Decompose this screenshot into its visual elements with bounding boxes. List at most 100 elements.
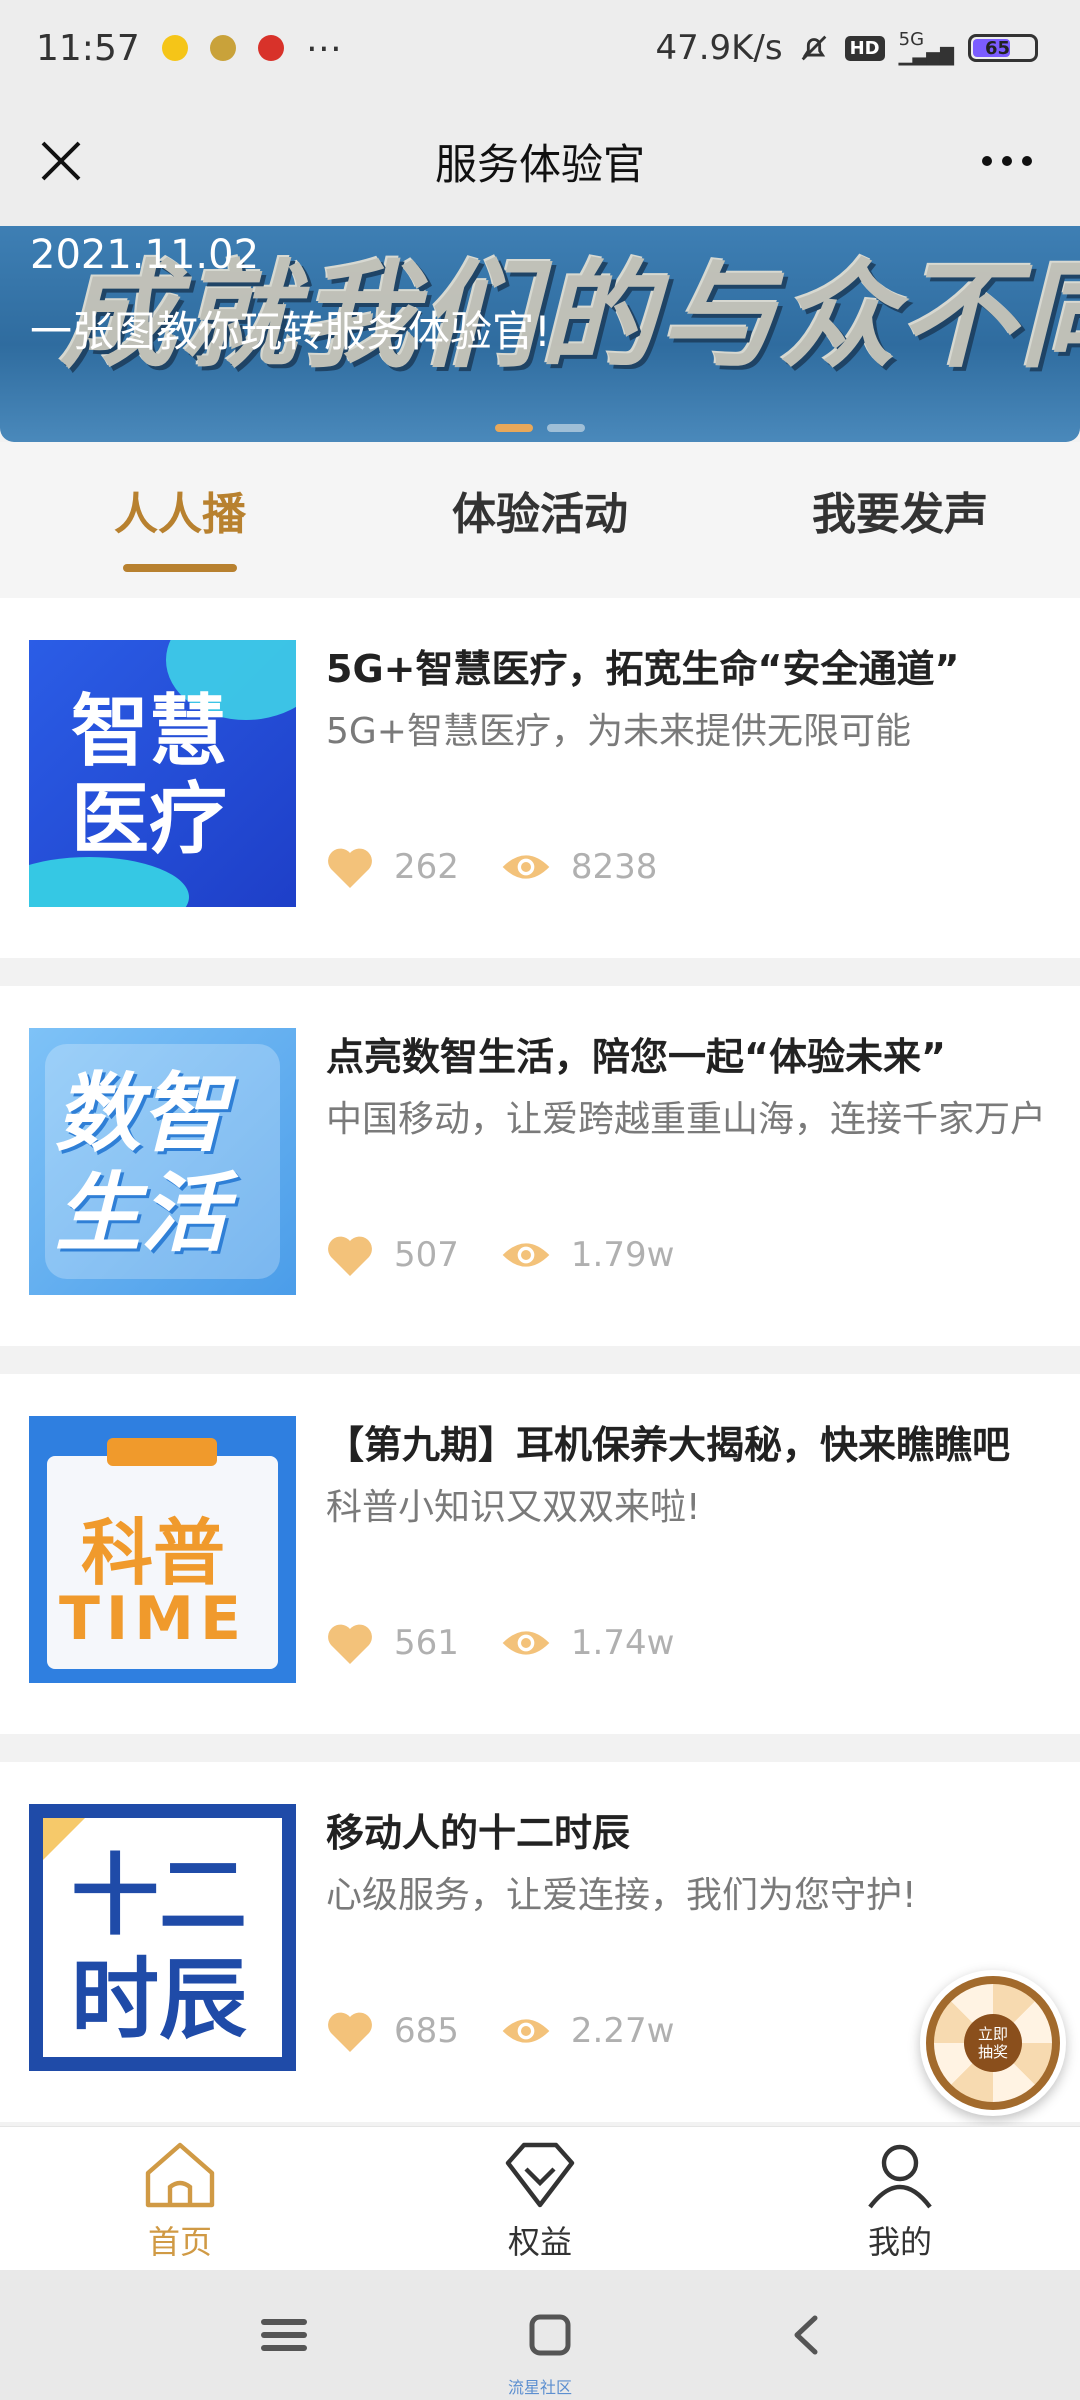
menu-icon[interactable] (259, 2315, 309, 2355)
view-count-value: 2.27w (570, 2011, 675, 2051)
article-description: 心级服务，让爱连接，我们为您守护! (326, 1875, 917, 1916)
more-dot-icon (1002, 156, 1012, 166)
carousel-dot[interactable] (495, 424, 533, 432)
article-card[interactable]: 科普 TIME 【第九期】耳机保养大揭秘，快来瞧瞧吧 科普小知识又双双来啦! 5… (0, 1374, 1080, 1734)
app-notification-icon (209, 35, 236, 61)
tab-label: 我要发声 (812, 489, 988, 540)
chat-notification-icon (161, 35, 188, 61)
heart-icon (328, 1624, 372, 1664)
more-notifications-icon: ⋯ (305, 27, 342, 69)
hd-icon: HD (844, 35, 885, 61)
article-description: 中国移动，让爱跨越重重山海，连接千家万户 (326, 1099, 1047, 1140)
title-bar: 服务体验官 (0, 96, 1080, 226)
thumb-text: 智慧 (71, 687, 228, 777)
banner-carousel[interactable]: 成就我们的与众不同 2021.11.02 一张图教你玩转服务体验官! (0, 226, 1080, 442)
view-count: 1.74w (501, 1623, 675, 1663)
back-icon[interactable] (791, 2314, 821, 2356)
nav-home[interactable]: 首页 (0, 2127, 360, 2270)
tab-voice[interactable]: 我要发声 (720, 442, 1080, 598)
eye-icon (502, 2019, 550, 2043)
carousel-indicator (0, 424, 1080, 432)
like-count[interactable]: 561 (326, 1622, 459, 1664)
more-options-button[interactable] (962, 128, 1052, 194)
signal-icon: 5G ▁▃▅▇ (898, 29, 954, 66)
nav-mine[interactable]: 我的 (720, 2127, 1080, 2270)
like-count[interactable]: 262 (326, 846, 459, 888)
thumb-text: 数智 (55, 1064, 227, 1164)
system-navigation-bar: 流星社区 (0, 2270, 1080, 2400)
article-title: 点亮数智生活，陪您一起“体验未来” (326, 1035, 946, 1079)
eye-icon (502, 1631, 550, 1655)
thumb-text: TIME (59, 1584, 247, 1654)
mute-icon (801, 35, 826, 61)
tab-label: 体验活动 (452, 489, 628, 540)
thumb-text: 时辰 (71, 1948, 248, 2051)
tab-experience-activity[interactable]: 体验活动 (360, 442, 720, 598)
article-title: 【第九期】耳机保养大揭秘，快来瞧瞧吧 (326, 1423, 1011, 1467)
view-count: 8238 (501, 847, 658, 887)
more-dot-icon (982, 156, 992, 166)
article-description: 科普小知识又双双来啦! (326, 1487, 701, 1528)
nav-benefits[interactable]: 权益 (360, 2127, 720, 2270)
view-count: 2.27w (501, 2011, 675, 2051)
article-card[interactable]: 数智 生活 点亮数智生活，陪您一起“体验未来” 中国移动，让爱跨越重重山海，连接千… (0, 986, 1080, 1346)
diamond-icon (505, 2142, 575, 2208)
status-time: 11:57 (36, 27, 140, 69)
heart-icon (328, 2012, 372, 2052)
article-card[interactable]: 智慧 医疗 5G+智慧医疗，拓宽生命“安全通道” 5G+智慧医疗，为未来提供无限可… (0, 598, 1080, 958)
article-title: 移动人的十二时辰 (326, 1811, 631, 1855)
heart-icon (328, 1236, 372, 1276)
article-stats: 561 1.74w (326, 1622, 716, 1664)
tab-active-indicator (123, 564, 237, 572)
like-count-value: 262 (394, 847, 459, 887)
network-type: 5G (898, 29, 925, 50)
carousel-dot[interactable] (547, 424, 585, 432)
thumb-text: 生活 (55, 1164, 227, 1264)
like-count-value: 561 (394, 1623, 459, 1663)
close-button[interactable] (28, 128, 94, 194)
heart-icon (328, 848, 372, 888)
like-count-value: 685 (394, 2011, 459, 2051)
thumb-text: 医疗 (71, 775, 228, 865)
tab-bar: 人人播 体验活动 我要发声 (0, 442, 1080, 598)
lottery-button[interactable]: 立即 抽奖 (920, 1970, 1066, 2116)
like-count[interactable]: 507 (326, 1234, 459, 1276)
like-count-value: 507 (394, 1235, 459, 1275)
article-stats: 507 1.79w (326, 1234, 716, 1276)
network-speed: 47.9K/s (655, 28, 783, 68)
tab-broadcast[interactable]: 人人播 (0, 442, 360, 598)
nav-label: 我的 (867, 2223, 932, 2261)
view-count-value: 1.74w (570, 1623, 675, 1663)
close-icon (41, 141, 81, 181)
banner-caption: 一张图教你玩转服务体验官! (30, 307, 551, 356)
bottom-navigation: 首页 权益 我的 (0, 2126, 1080, 2270)
weibo-notification-icon (257, 35, 284, 61)
battery-icon: 65 (968, 34, 1038, 62)
lottery-label: 立即 抽奖 (964, 2014, 1022, 2072)
lottery-label-line: 立即 (977, 2025, 1008, 2043)
article-title: 5G+智慧医疗，拓宽生命“安全通道” (326, 647, 960, 691)
lottery-label-line: 抽奖 (977, 2043, 1008, 2061)
article-thumbnail: 智慧 医疗 (29, 640, 296, 907)
home-icon (145, 2142, 215, 2208)
view-count-value: 8238 (570, 847, 658, 887)
article-list: 智慧 医疗 5G+智慧医疗，拓宽生命“安全通道” 5G+智慧医疗，为未来提供无限可… (0, 598, 1080, 2150)
article-description: 5G+智慧医疗，为未来提供无限可能 (326, 711, 911, 752)
like-count[interactable]: 685 (326, 2010, 459, 2052)
article-stats: 262 8238 (326, 846, 699, 888)
eye-icon (502, 1243, 550, 1267)
watermark-text: 流星社区 (507, 2378, 572, 2397)
nav-label: 权益 (507, 2223, 572, 2261)
battery-level: 65 (985, 37, 1011, 59)
more-dot-icon (1022, 156, 1032, 166)
user-icon (868, 2144, 932, 2209)
page-title: 服务体验官 (434, 139, 645, 189)
nav-label: 首页 (147, 2223, 212, 2261)
status-bar: 11:57 ⋯ 47.9K/s HD 5G ▁▃▅▇ 65 (0, 0, 1080, 96)
home-square-icon[interactable] (529, 2314, 571, 2356)
article-card[interactable]: 十二 时辰 移动人的十二时辰 心级服务，让爱连接，我们为您守护! 685 2.27… (0, 1762, 1080, 2122)
article-thumbnail: 十二 时辰 (29, 1804, 296, 2071)
article-stats: 685 2.27w (326, 2010, 716, 2052)
article-thumbnail: 科普 TIME (29, 1416, 296, 1683)
eye-icon (502, 855, 550, 879)
